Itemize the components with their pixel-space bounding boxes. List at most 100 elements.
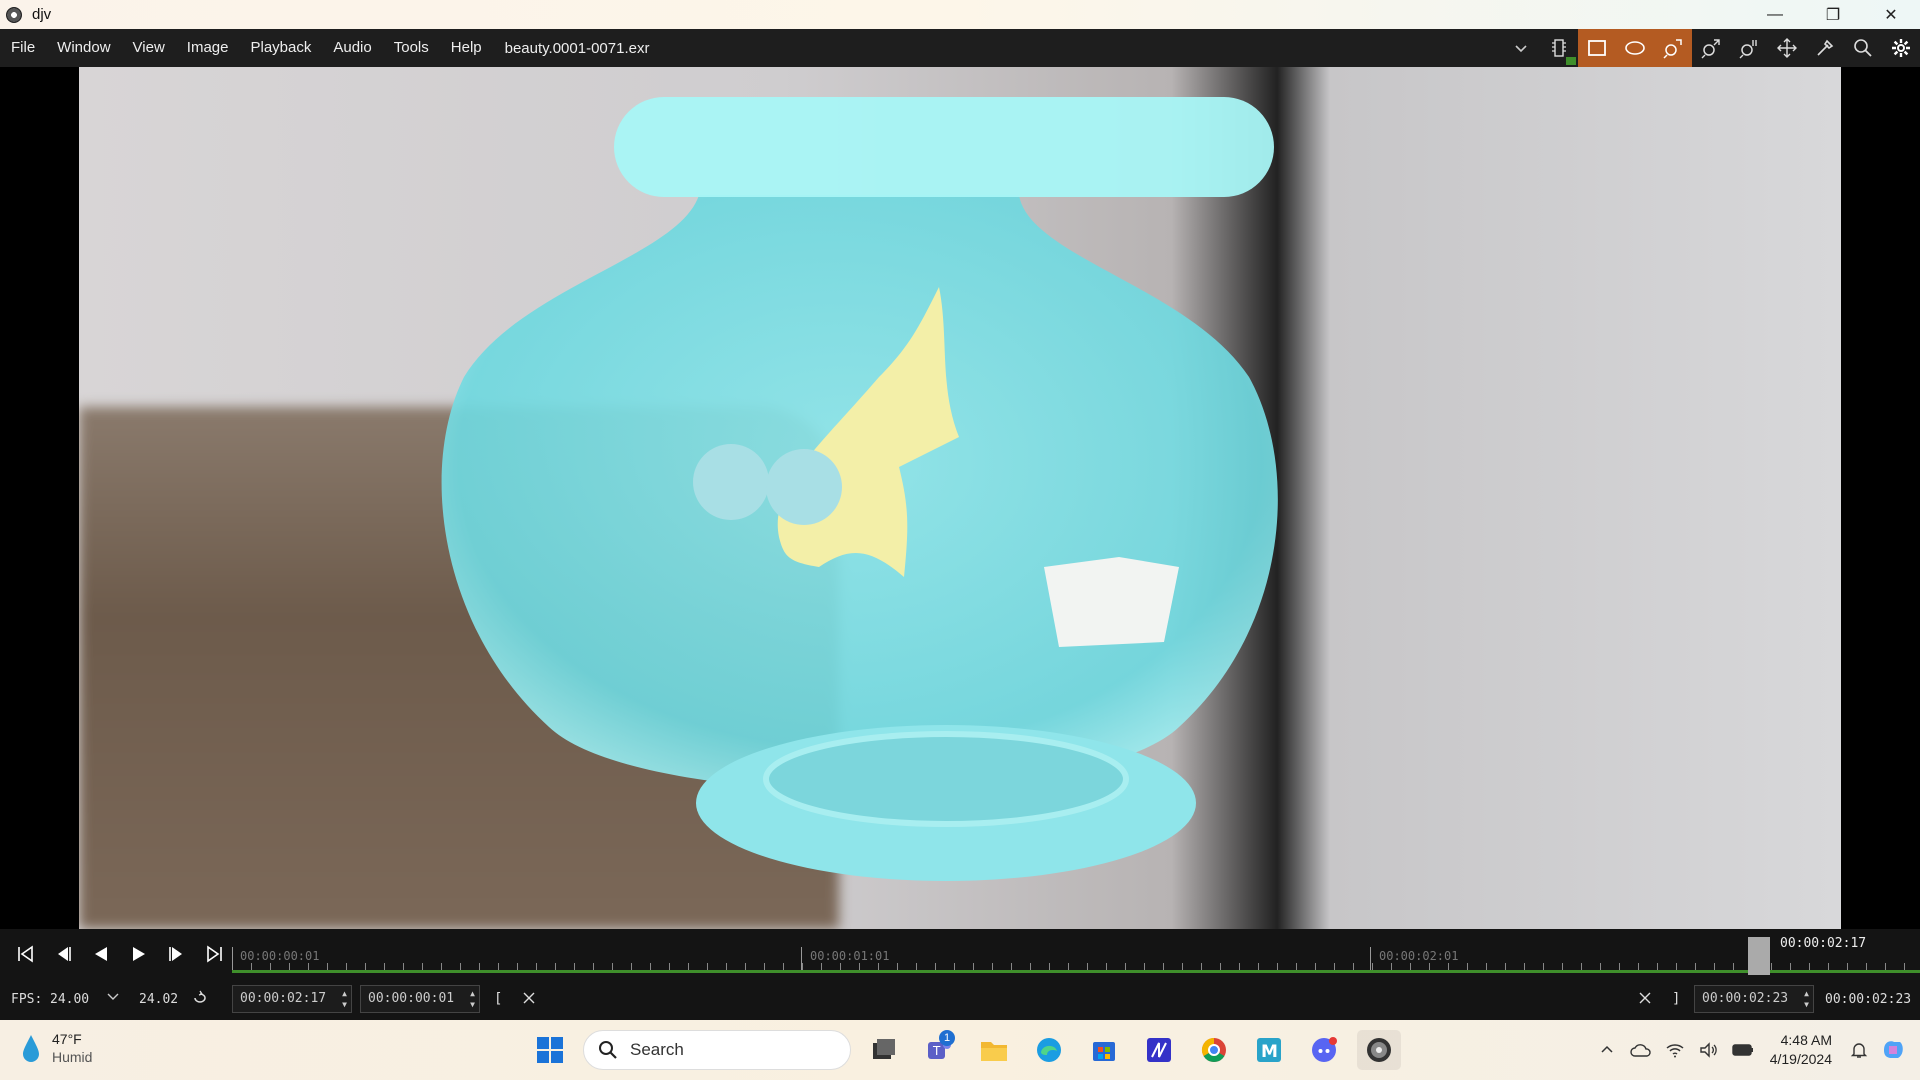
clear-in-point-button[interactable] [522,991,536,1008]
edge-button[interactable] [1027,1030,1071,1070]
clear-out-point-button[interactable] [1638,991,1652,1008]
zoom-reset-button[interactable] [1730,29,1768,67]
close-button[interactable]: ✕ [1862,0,1920,29]
window-title: djv [32,6,52,23]
mail-m-button[interactable]: M [1247,1030,1291,1070]
actual-fps-value: 24.02 [139,991,179,1007]
out-time-spinner[interactable]: ▲ ▼ [1804,988,1809,1010]
onedrive-button[interactable] [1624,1035,1658,1065]
timeline-label: 00:00:01:01 [810,949,890,963]
search-icon [1854,39,1872,57]
current-time-spinner[interactable]: ▲ ▼ [342,988,347,1010]
viewer-image [79,67,1841,929]
frame-step-field[interactable]: 00:00:00:01 ▲ ▼ [360,985,480,1013]
menu-image[interactable]: Image [176,29,240,67]
frame-step-value: 00:00:00:01 [368,991,455,1006]
skip-to-start-icon [18,945,33,963]
battery-charging-icon [1732,1044,1753,1056]
teams-button[interactable]: T 1 [917,1030,961,1070]
timeline-label: 00:00:02:01 [1379,949,1459,963]
current-time-value: 00:00:02:17 [240,991,327,1006]
current-time-field[interactable]: 00:00:02:17 ▲ ▼ [232,985,352,1013]
volume-button[interactable] [1692,1035,1726,1065]
set-in-point-button[interactable]: [ [494,991,502,1007]
menu-help[interactable]: Help [440,29,493,67]
edge-icon [1037,1038,1061,1062]
battery-button[interactable] [1726,1035,1760,1065]
current-file-name[interactable]: beauty.0001-0071.exr [505,40,650,57]
chevron-down-icon [107,993,119,1000]
fps-value[interactable]: 24.00 [50,992,89,1007]
ai-app-button[interactable] [1137,1030,1181,1070]
image-viewer[interactable] [0,67,1920,929]
ai-app-icon [1147,1038,1171,1062]
menu-tools[interactable]: Tools [383,29,440,67]
step-forward-button[interactable] [158,939,196,969]
menu-audio[interactable]: Audio [322,29,382,67]
task-view-button[interactable] [862,1030,906,1070]
taskbar-clock[interactable]: 4:48 AM 4/19/2024 [1770,1031,1832,1069]
fishbowl-render [441,97,1278,881]
chevron-down-icon [1515,45,1527,53]
frame-step-spinner[interactable]: ▲ ▼ [470,988,475,1010]
play-reverse-button[interactable] [82,939,120,969]
search-placeholder: Search [630,1040,684,1059]
cached-frames-bar [232,970,1920,973]
start-button[interactable] [528,1030,572,1070]
compare-rect-button[interactable] [1578,29,1616,67]
frame-forward-icon [169,947,182,961]
timeline-playhead[interactable] [1748,937,1770,975]
go-to-start-button[interactable] [6,939,44,969]
djv-taskbar-button[interactable] [1357,1030,1401,1070]
file-explorer-button[interactable] [972,1030,1016,1070]
color-picker-button[interactable] [1806,29,1844,67]
raindrop-icon [23,1035,39,1062]
settings-button[interactable] [1882,29,1920,67]
frame-back-icon [58,947,71,961]
magnify-button[interactable] [1844,29,1882,67]
discord-button[interactable] [1302,1030,1346,1070]
menu-playback[interactable]: Playback [239,29,322,67]
wifi-icon [1666,1044,1684,1058]
memory-cache-button[interactable] [1540,29,1578,67]
compare-ellipse-button[interactable] [1616,29,1654,67]
discord-icon [1312,1037,1337,1062]
clock-time: 4:48 AM [1780,1032,1832,1048]
step-back-button[interactable] [44,939,82,969]
taskbar-search[interactable]: Search [583,1030,851,1070]
wifi-button[interactable] [1658,1035,1692,1065]
timeline-slider[interactable]: 00:00:00:01 00:00:01:01 00:00:02:01 00:0… [232,933,1920,977]
store-button[interactable] [1082,1030,1126,1070]
zoom-fit-icon [1663,39,1682,59]
file-list-dropdown-button[interactable] [1502,29,1540,67]
menu-view[interactable]: View [122,29,176,67]
pan-icon [1777,38,1797,58]
copilot-button[interactable] [1876,1035,1910,1065]
pan-button[interactable] [1768,29,1806,67]
notifications-button[interactable] [1842,1035,1876,1065]
mail-m-icon: M [1257,1038,1281,1062]
play-forward-button[interactable] [120,939,158,969]
restore-button[interactable]: ❐ [1804,0,1862,29]
set-out-point-button[interactable]: ] [1672,991,1680,1007]
clock-date: 4/19/2024 [1769,1051,1832,1067]
minimize-button[interactable]: — [1746,0,1804,29]
store-icon [1093,1042,1115,1061]
zoom-reset-icon [1739,40,1757,59]
menu-window[interactable]: Window [46,29,121,67]
loop-mode-button[interactable] [192,990,208,1009]
out-time-value: 00:00:02:23 [1702,991,1789,1006]
zoom-in-button[interactable] [1692,29,1730,67]
show-hidden-icons-button[interactable] [1590,1035,1624,1065]
chrome-button[interactable] [1192,1030,1236,1070]
playhead-time-label: 00:00:02:17 [1780,936,1867,951]
play-icon [133,947,145,961]
out-time-field[interactable]: 00:00:02:23 ▲ ▼ [1694,985,1814,1013]
bell-icon [1850,1043,1868,1058]
menu-file[interactable]: File [0,29,46,67]
fps-dropdown-button[interactable] [106,989,120,1006]
go-to-end-button[interactable] [196,939,234,969]
weather-widget[interactable]: 47°F Humid [20,1030,92,1066]
djv-icon [1367,1038,1391,1062]
zoom-fit-button[interactable] [1654,29,1692,67]
